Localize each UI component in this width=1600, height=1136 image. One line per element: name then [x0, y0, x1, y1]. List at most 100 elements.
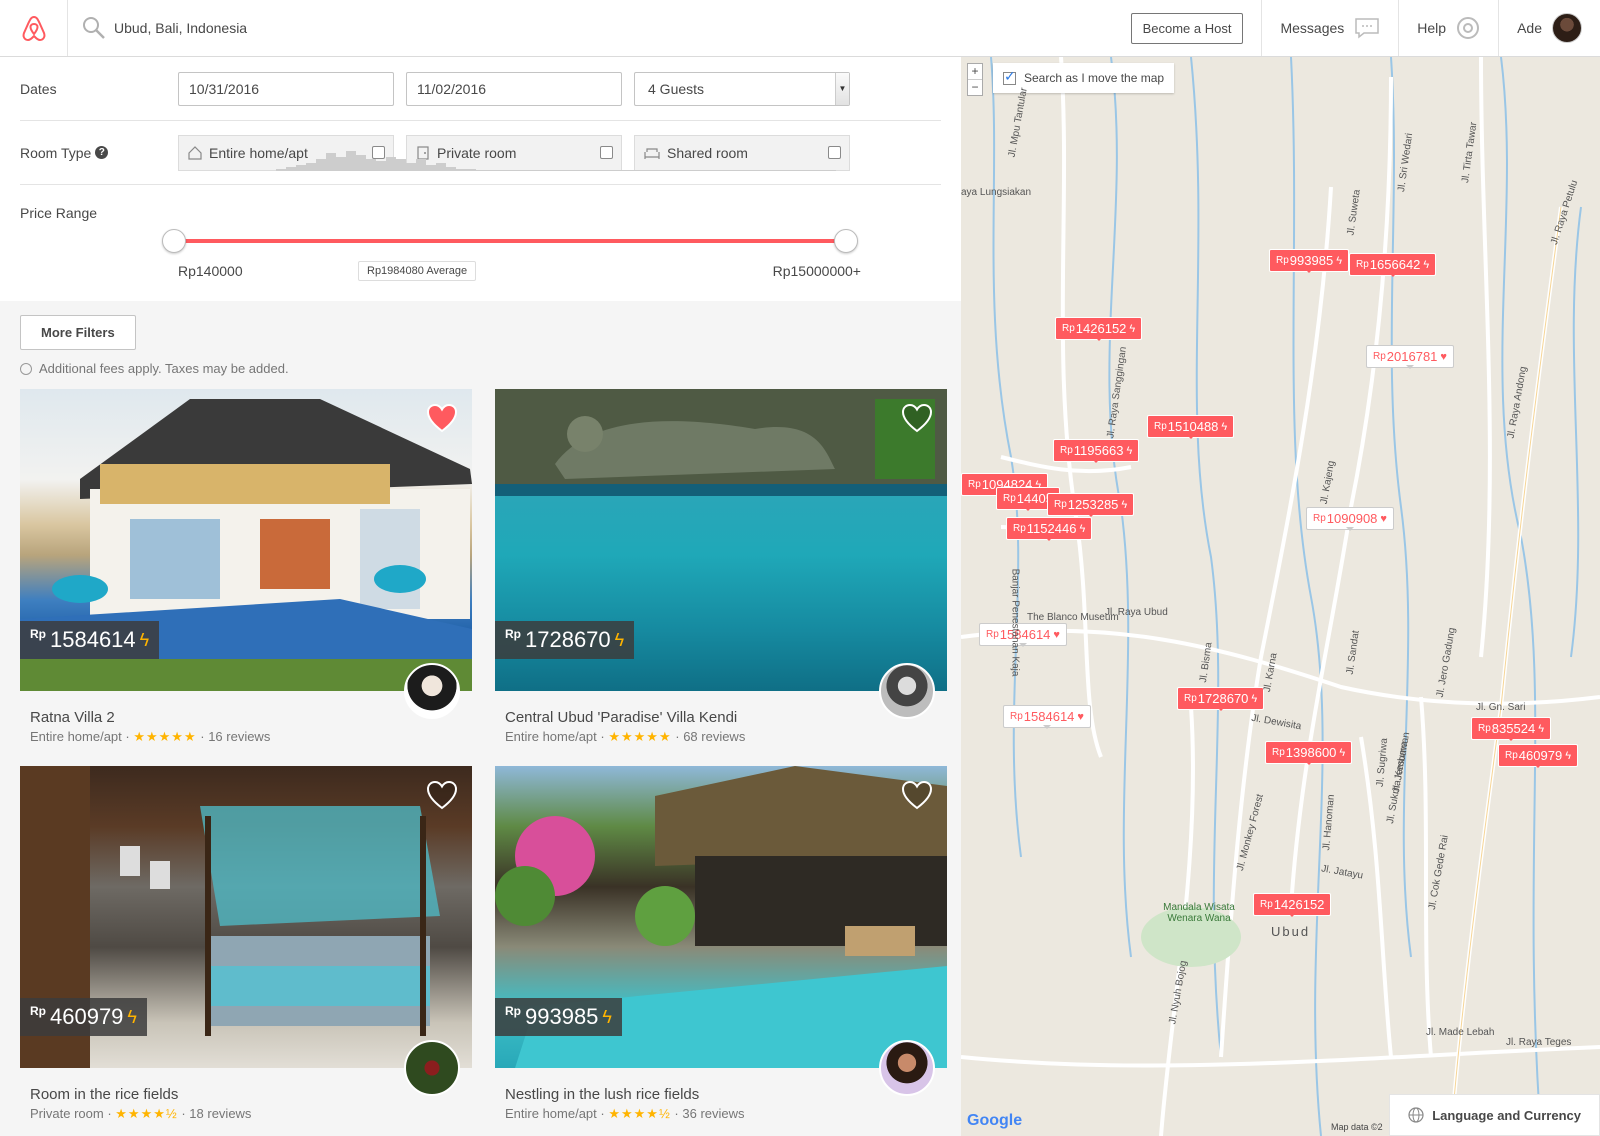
map-price-pin[interactable]: Rp 1195663 ϟ [1053, 439, 1140, 463]
host-avatar[interactable] [879, 1040, 935, 1096]
histogram-bar [306, 163, 316, 171]
listing-photo[interactable]: Rp 1728670 ϟ [495, 389, 947, 691]
map-price-pin[interactable]: Rp 1584614 ♥ [1003, 705, 1091, 729]
map-price-pin[interactable]: Rp 1426152 ϟ [1055, 317, 1143, 341]
pin-price: 1510488 [1167, 419, 1219, 434]
heart-outline-icon[interactable] [901, 403, 933, 433]
pin-price: 1584614 [1023, 709, 1075, 724]
review-count: 36 reviews [682, 1106, 745, 1121]
listing-photo[interactable]: Rp 993985 ϟ [495, 766, 947, 1068]
host-avatar[interactable] [404, 663, 460, 719]
messages-link[interactable]: Messages [1261, 0, 1398, 56]
guests-select[interactable]: 4 Guests ▼ [634, 71, 850, 106]
more-filters-button[interactable]: More Filters [20, 315, 136, 350]
listing-card[interactable]: Rp 1584614 ϟ Ratna Villa 2 Entire home/a… [20, 389, 472, 745]
search-bar[interactable] [68, 0, 1131, 56]
pin-currency: Rp [986, 629, 999, 640]
histogram-bar [616, 170, 626, 171]
histogram-bar [586, 170, 596, 171]
listing-price: 1728670 [525, 627, 611, 652]
pin-bolt-icon: ϟ [1251, 692, 1258, 705]
google-logo-text: Google [967, 1112, 1023, 1129]
listing-photo[interactable]: Rp 1584614 ϟ [20, 389, 472, 691]
listing-title[interactable]: Central Ubud 'Paradise' Villa Kendi [505, 709, 947, 726]
user-menu[interactable]: Ade [1498, 0, 1600, 56]
listing-photo[interactable]: Rp 460979 ϟ [20, 766, 472, 1068]
help-link[interactable]: Help [1398, 0, 1498, 56]
language-currency-label: Language and Currency [1432, 1107, 1581, 1123]
listing-card[interactable]: Rp 460979 ϟ Room in the rice fields Priv… [20, 766, 472, 1122]
histogram-bar [826, 170, 836, 171]
pin-currency: Rp [1184, 693, 1197, 704]
become-host-button[interactable]: Become a Host [1130, 12, 1244, 44]
histogram-bar [816, 170, 826, 171]
airbnb-logo[interactable] [0, 0, 68, 56]
histogram-bar [416, 159, 426, 171]
map-price-pin[interactable]: Rp 460979 ϟ [1498, 744, 1579, 768]
help-question-icon[interactable]: ? [95, 146, 109, 159]
map-price-pin[interactable]: Rp 1253285 ϟ [1047, 493, 1135, 517]
pin-bolt-icon: ϟ [1336, 254, 1343, 267]
map-price-pin[interactable]: Rp 1152446 ϟ [1006, 517, 1093, 541]
map-price-pin[interactable]: Rp 1426152 [1253, 893, 1332, 917]
heart-outline-icon[interactable] [901, 780, 933, 810]
dates-label: Dates [20, 80, 57, 97]
map-price-pin[interactable]: Rp 1510488 ϟ [1147, 415, 1235, 439]
zoom-control[interactable]: + − [967, 63, 983, 96]
histogram-bar [496, 170, 506, 171]
listing-title[interactable]: Ratna Villa 2 [30, 709, 472, 726]
listing-card[interactable]: Rp 1728670 ϟ Central Ubud 'Paradise' Vil… [495, 389, 947, 745]
pin-currency: Rp [1260, 899, 1273, 910]
heart-outline-icon[interactable] [426, 780, 458, 810]
instant-book-icon: ϟ [139, 629, 150, 650]
listing-meta: Private room · ★★★★½ · 18 reviews [30, 1106, 252, 1121]
map-price-pin[interactable]: Rp 1728670 ϟ [1177, 687, 1265, 711]
map-data-credit: Map data ©2 [1331, 1122, 1383, 1132]
review-count: 18 reviews [189, 1106, 252, 1121]
map-price-pin[interactable]: Rp 993985 ϟ [1269, 249, 1350, 273]
search-as-move-checkbox[interactable] [1003, 68, 1016, 85]
listing-price: 460979 [50, 1004, 124, 1029]
histogram-bar [386, 157, 396, 171]
zoom-out-button[interactable]: − [968, 80, 982, 95]
search-input[interactable] [114, 20, 514, 36]
checkin-field[interactable]: 10/31/2016 [178, 71, 394, 106]
listing-card[interactable]: Rp 993985 ϟ Nestling in the lush rice fi… [495, 766, 947, 1122]
map-price-pin[interactable]: Rp 1656642 ϟ [1349, 253, 1437, 277]
map-price-pin[interactable]: Rp 1398600 ϟ [1265, 741, 1353, 765]
histogram-bar [346, 151, 356, 171]
listing-room-type: Entire home/apt [505, 729, 597, 744]
pin-bolt-icon: ϟ [1565, 749, 1572, 762]
price-slider-track[interactable] [176, 239, 846, 243]
zoom-in-button[interactable]: + [968, 64, 982, 80]
host-avatar[interactable] [879, 663, 935, 719]
map-price-pin[interactable]: Rp 2016781 ♥ [1366, 345, 1454, 369]
price-max-handle[interactable] [834, 229, 858, 253]
map-price-pin[interactable]: Rp 1584614 ♥ [979, 623, 1067, 647]
dates-row: Dates 10/31/2016 11/02/2016 4 Guests ▼ [20, 57, 941, 121]
checkout-field[interactable]: 11/02/2016 [406, 71, 622, 106]
pin-price: 993985 [1289, 253, 1334, 268]
currency-prefix: Rp [30, 627, 46, 641]
airbnb-logo-icon [22, 15, 45, 42]
histogram-bar [626, 170, 636, 171]
histogram-bar [706, 170, 716, 171]
listing-title[interactable]: Room in the rice fields [30, 1086, 472, 1103]
price-min-handle[interactable] [162, 229, 186, 253]
listing-title[interactable]: Nestling in the lush rice fields [505, 1086, 947, 1103]
host-avatar[interactable] [404, 1040, 460, 1096]
heart-filled-icon[interactable] [426, 403, 458, 433]
listing-price: 993985 [525, 1004, 599, 1029]
pin-bolt-icon: ϟ [1079, 522, 1086, 535]
pin-bolt-icon: ϟ [1538, 722, 1545, 735]
street-label: Jl. Gn. Sari [1476, 702, 1526, 713]
histogram-bar [376, 161, 386, 171]
map-panel[interactable]: + − Search as I move the map Rp993985ϟRp… [961, 57, 1600, 1136]
map-price-pin[interactable]: Rp 835524 ϟ [1471, 717, 1552, 741]
map-price-pin[interactable]: Rp 1090908 ♥ [1306, 507, 1394, 531]
info-circle-icon [20, 362, 32, 375]
pin-currency: Rp [1054, 499, 1067, 510]
language-currency-button[interactable]: Language and Currency [1389, 1094, 1600, 1136]
histogram-bar [746, 170, 756, 171]
histogram-bar [766, 170, 776, 171]
